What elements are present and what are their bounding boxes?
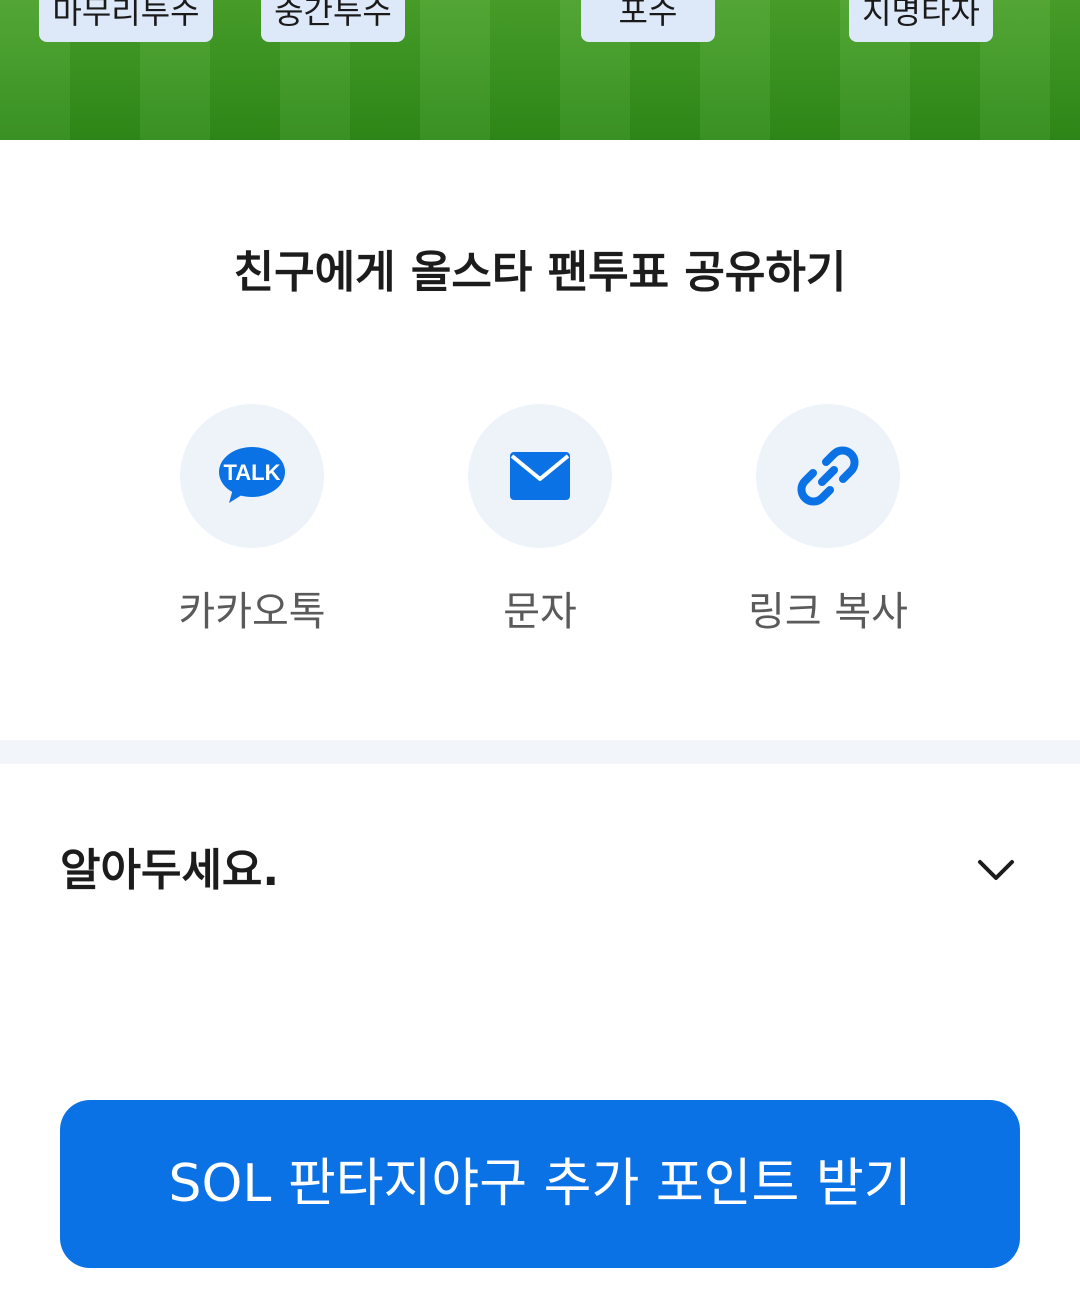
share-link-circle[interactable] [756, 404, 900, 548]
share-section-title: 친구에게 올스타 팬투표 공유하기 [233, 247, 847, 298]
envelope-icon [510, 452, 570, 500]
share-sms-label: 문자 [503, 589, 577, 635]
baseball-field-banner: 마무리투수 중간투수 포수 지명타자 [0, 0, 1080, 140]
page: 마무리투수 중간투수 포수 지명타자 친구에게 올스타 팬투표 공유하기 TAL… [0, 0, 1080, 1316]
position-chip-designated-hitter[interactable]: 지명타자 [849, 0, 993, 42]
get-extra-points-button[interactable]: SOL 판타지야구 추가 포인트 받기 [60, 1100, 1020, 1268]
share-link-copy-button[interactable]: 링크 복사 [718, 404, 938, 642]
share-kakao-label: 카카오톡 [178, 589, 326, 635]
share-kakao-button[interactable]: TALK 카카오톡 [142, 404, 362, 642]
notice-title: 알아두세요. [60, 845, 280, 896]
link-icon [797, 446, 859, 506]
notice-accordion-header[interactable]: 알아두세요. [0, 830, 1080, 920]
share-sms-button[interactable]: 문자 [430, 404, 650, 642]
position-chip-middle-reliever[interactable]: 중간투수 [261, 0, 405, 42]
kakao-talk-icon-text: TALK [223, 460, 280, 485]
share-sms-circle[interactable] [468, 404, 612, 548]
section-divider [0, 740, 1080, 764]
chevron-down-icon[interactable] [972, 852, 1020, 892]
share-kakao-circle[interactable]: TALK [180, 404, 324, 548]
position-chip-closer[interactable]: 마무리투수 [39, 0, 213, 42]
kakao-talk-icon: TALK [219, 447, 285, 503]
position-chip-catcher[interactable]: 포수 [581, 0, 715, 42]
share-link-label: 링크 복사 [748, 589, 908, 635]
